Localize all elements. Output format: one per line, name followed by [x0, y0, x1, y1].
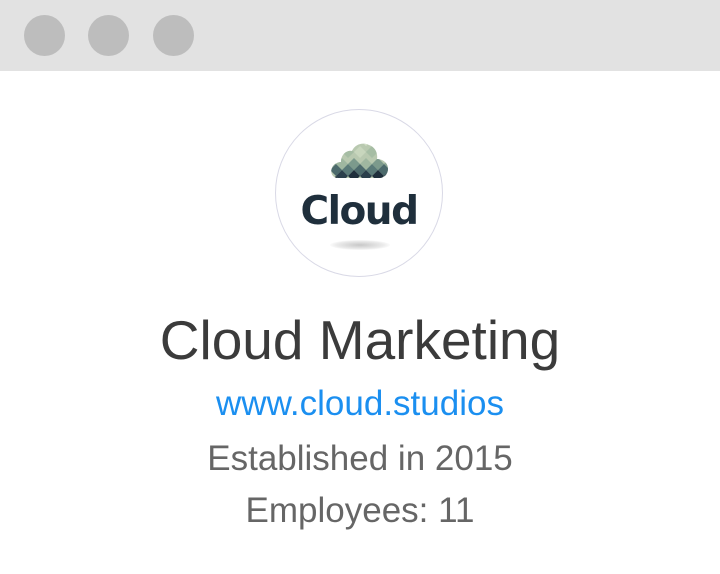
established-text: Established in 2015 [207, 439, 513, 478]
logo-wordmark: Cloud [300, 189, 419, 234]
cloud-icon [331, 143, 388, 178]
browser-window: Cloud Cloud Marketing www.cloud.studios … [0, 0, 720, 574]
window-close-button[interactable] [24, 15, 65, 56]
logo-shadow [330, 240, 390, 250]
website-link[interactable]: www.cloud.studios [0, 383, 720, 425]
employees-text: Employees: 11 [245, 491, 475, 530]
company-logo: Cloud [275, 109, 443, 277]
window-minimize-button[interactable] [88, 15, 129, 56]
window-maximize-button[interactable] [153, 15, 194, 56]
title-bar [0, 0, 720, 71]
company-name: Cloud Marketing [159, 309, 561, 371]
